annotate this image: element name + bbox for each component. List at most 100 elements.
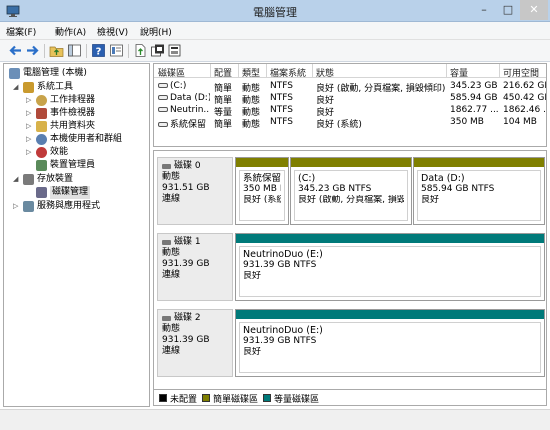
- refresh-icon[interactable]: [167, 43, 182, 58]
- expand-arrow-icon[interactable]: ▷: [26, 107, 31, 120]
- drive-icon: [158, 95, 168, 100]
- volume-name: Data (D:): [170, 93, 210, 103]
- cell-volume: 系統保留: [158, 117, 210, 130]
- partition-status: 良好: [421, 195, 440, 205]
- column-header-layout[interactable]: 配置: [214, 66, 232, 79]
- column-header-free-space[interactable]: 可用空間: [503, 66, 539, 79]
- column-header-status[interactable]: 狀態: [316, 66, 334, 79]
- partition-body: (C:) 345.23 GB NTFS 良好 (啟動, 分頁檔案, 損毀傾印): [294, 170, 408, 221]
- partition-status: 良好 (系統): [243, 195, 281, 205]
- column-divider[interactable]: [446, 64, 447, 78]
- partition-size: 345.23 GB NTFS: [298, 184, 372, 194]
- up-folder-icon[interactable]: [49, 43, 64, 58]
- disk-type: 動態: [162, 324, 181, 334]
- partition-block[interactable]: (C:) 345.23 GB NTFS 良好 (啟動, 分頁檔案, 損毀傾印): [290, 157, 412, 225]
- volume-list-header: 磁碟區 配置 類型 檔案系統 狀態 容量 可用空間: [154, 64, 546, 79]
- close-button[interactable]: ✕: [520, 0, 548, 20]
- column-divider[interactable]: [499, 64, 500, 78]
- partition-body: NeutrinoDuo (E:) 931.39 GB NTFS 良好: [239, 246, 541, 297]
- performance-icon: [36, 147, 47, 158]
- clock-icon: [36, 95, 47, 106]
- column-divider[interactable]: [210, 64, 211, 78]
- cell-free-space: 216.62 GB: [503, 81, 547, 91]
- minimize-button[interactable]: –: [472, 0, 496, 20]
- cell-free-space: 104 MB: [503, 117, 537, 127]
- disk-name: 磁碟 0: [174, 161, 201, 171]
- status-bar: [0, 409, 550, 430]
- tree-label: 存放裝置: [37, 174, 74, 184]
- menu-view[interactable]: 檢視(V): [97, 25, 128, 38]
- partition-size: 931.39 GB NTFS: [243, 260, 317, 270]
- back-arrow-icon[interactable]: [8, 43, 23, 58]
- column-header-type[interactable]: 類型: [242, 66, 260, 79]
- partition-title: Data (D:): [421, 173, 465, 184]
- expand-arrow-icon[interactable]: ▷: [13, 200, 18, 213]
- expand-arrow-icon[interactable]: ◢: [13, 81, 18, 94]
- help-icon[interactable]: ?: [91, 43, 106, 58]
- disk-name: 磁碟 2: [174, 313, 201, 323]
- menu-file[interactable]: 檔案(F): [6, 25, 36, 38]
- storage-icon: [23, 174, 34, 185]
- computer-management-icon: [9, 68, 20, 79]
- cell-layout: 簡單: [214, 120, 233, 130]
- menu-bar: 檔案(F) 動作(A) 檢視(V) 說明(H): [0, 22, 550, 40]
- partition-block[interactable]: NeutrinoDuo (E:) 931.39 GB NTFS 良好: [235, 233, 545, 301]
- column-header-volume[interactable]: 磁碟區: [158, 66, 185, 79]
- menu-help[interactable]: 說明(H): [140, 25, 172, 38]
- column-header-capacity[interactable]: 容量: [450, 66, 468, 79]
- partition-status: 良好: [243, 271, 262, 281]
- maximize-button[interactable]: □: [496, 0, 520, 20]
- expand-arrow-icon[interactable]: ▷: [26, 146, 31, 159]
- partition-block[interactable]: Data (D:) 585.94 GB NTFS 良好: [413, 157, 545, 225]
- disk-info[interactable]: 磁碟 0 動態 931.51 GB 連線: [157, 157, 233, 225]
- window-title: 電腦管理: [253, 6, 297, 19]
- toolbar: ?: [0, 40, 550, 62]
- disk-icon: [162, 164, 171, 169]
- action-icon[interactable]: [150, 43, 165, 58]
- column-divider[interactable]: [238, 64, 239, 78]
- disk-row: 磁碟 0 動態 931.51 GB 連線 系統保留 350 MB NTFS 良好…: [154, 154, 546, 228]
- column-header-filesystem[interactable]: 檔案系統: [270, 66, 306, 79]
- console-tree-icon[interactable]: [67, 43, 82, 58]
- expand-arrow-icon[interactable]: ▷: [26, 120, 31, 133]
- partition-body: 系統保留 350 MB NTFS 良好 (系統): [239, 170, 285, 221]
- expand-arrow-icon[interactable]: ▷: [26, 94, 31, 107]
- cell-filesystem: NTFS: [270, 93, 293, 103]
- table-row[interactable]: (C:) 簡單 動態 NTFS 良好 (啟動, 分頁檔案, 損毀傾印) 345.…: [154, 81, 547, 94]
- unallocated-swatch: [159, 394, 167, 402]
- menu-action[interactable]: 動作(A): [55, 25, 86, 38]
- column-divider[interactable]: [266, 64, 267, 78]
- partition-body: Data (D:) 585.94 GB NTFS 良好: [417, 170, 541, 221]
- tree-label: 服務與應用程式: [37, 201, 101, 211]
- partition-block[interactable]: 系統保留 350 MB NTFS 良好 (系統): [235, 157, 289, 225]
- disk-size: 931.39 GB: [162, 259, 210, 269]
- export-icon[interactable]: [133, 43, 148, 58]
- volume-name: Neutrin...: [170, 105, 210, 115]
- table-row[interactable]: Neutrin... 等量 動態 NTFS 良好 1862.77 ... 186…: [154, 105, 547, 118]
- svg-text:?: ?: [96, 47, 102, 58]
- partition-size: 585.94 GB NTFS: [421, 184, 495, 194]
- cell-filesystem: NTFS: [270, 105, 293, 115]
- partition-title: NeutrinoDuo (E:): [243, 325, 323, 336]
- disk-name-line: 磁碟 1: [162, 237, 228, 248]
- tree-label: 共用資料夾: [50, 121, 96, 131]
- partition-title: (C:): [298, 173, 316, 184]
- forward-arrow-icon[interactable]: [25, 43, 40, 58]
- expand-arrow-icon[interactable]: ▷: [26, 133, 31, 146]
- partition-status: 良好 (啟動, 分頁檔案, 損毀傾印): [298, 195, 404, 205]
- shared-folders-icon: [36, 121, 47, 132]
- table-row[interactable]: 系統保留 簡單 動態 NTFS 良好 (系統) 350 MB 104 MB: [154, 117, 546, 130]
- expand-arrow-icon[interactable]: ◢: [13, 173, 18, 186]
- tree-label: 工作排程器: [50, 95, 96, 105]
- disk-info[interactable]: 磁碟 1 動態 931.39 GB 連線: [157, 233, 233, 301]
- cell-free-space: 1862.46 ...: [503, 105, 547, 115]
- legend-label-striped: 等量磁碟區: [274, 395, 320, 405]
- disk-graphical-view: 磁碟 0 動態 931.51 GB 連線 系統保留 350 MB NTFS 良好…: [153, 150, 547, 390]
- properties-icon[interactable]: [109, 43, 124, 58]
- partition-block[interactable]: NeutrinoDuo (E:) 931.39 GB NTFS 良好: [235, 309, 545, 377]
- drive-icon: [158, 122, 168, 127]
- disk-info[interactable]: 磁碟 2 動態 931.39 GB 連線: [157, 309, 233, 377]
- disk-name-line: 磁碟 2: [162, 313, 228, 324]
- table-row[interactable]: Data (D:) 簡單 動態 NTFS 良好 585.94 GB 450.42…: [154, 93, 546, 106]
- column-divider[interactable]: [312, 64, 313, 78]
